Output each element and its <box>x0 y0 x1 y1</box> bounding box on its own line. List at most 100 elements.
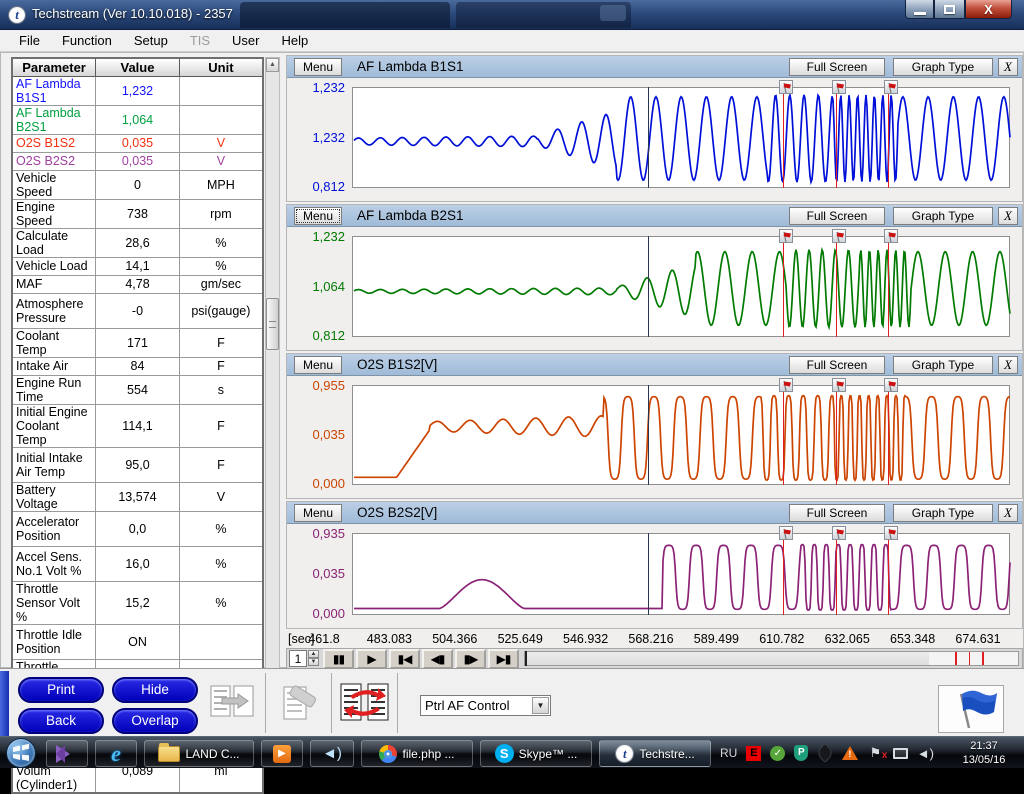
table-row[interactable]: Vehicle Load14,1% <box>12 257 263 275</box>
table-row[interactable]: Initial Engine Coolant Temp114,1F <box>12 404 263 447</box>
frame-step-input[interactable]: 1 <box>289 650 307 667</box>
time-cursor-line[interactable] <box>648 236 649 337</box>
taskbar-skype-button[interactable]: S Skype™ ... <box>480 740 592 767</box>
time-cursor-line[interactable] <box>648 385 649 485</box>
trigger-flag-icon[interactable] <box>884 80 898 94</box>
table-row[interactable]: Initial Intake Air Temp95,0F <box>12 447 263 482</box>
taskbar-techstream-button[interactable]: t Techstre... <box>599 740 711 767</box>
graph-menu-button[interactable]: Menu <box>294 504 342 522</box>
graph-type-button[interactable]: Graph Type <box>893 207 993 225</box>
table-row[interactable]: Throttle Sensor Volt %15,2% <box>12 581 263 624</box>
maximize-button[interactable] <box>934 0 965 19</box>
trigger-flag-icon[interactable] <box>779 378 793 392</box>
start-button[interactable] <box>6 738 36 768</box>
overlap-button[interactable]: Overlap <box>112 708 198 734</box>
time-cursor-line[interactable] <box>648 87 649 188</box>
timeline-slider[interactable] <box>524 651 1019 666</box>
taskbar-chrome-button[interactable]: file.php ... <box>361 740 473 767</box>
spin-down-icon[interactable]: ▼ <box>308 658 319 666</box>
tray-shield-icon[interactable]: P <box>794 745 808 761</box>
language-indicator[interactable]: RU <box>720 746 737 760</box>
graph-type-button[interactable]: Graph Type <box>893 504 993 522</box>
time-cursor-line[interactable] <box>648 533 649 615</box>
print-button[interactable]: Print <box>18 677 104 703</box>
table-row[interactable]: Accel Sens. No.1 Volt %16,0% <box>12 546 263 581</box>
full-screen-button[interactable]: Full Screen <box>789 207 885 225</box>
taskbar-kmplayer-button[interactable] <box>46 740 88 767</box>
table-row[interactable]: Accelerator Position0,0% <box>12 511 263 546</box>
table-row[interactable]: MAF4,78gm/sec <box>12 275 263 293</box>
table-row[interactable]: AF Lambda B2S11,064 <box>12 105 263 134</box>
table-row[interactable]: Coolant Temp171F <box>12 328 263 357</box>
data-list-select[interactable]: Ptrl AF Control ▼ <box>420 695 551 716</box>
taskbar-clock[interactable]: 21:37 13/05/16 <box>952 739 1016 767</box>
tray-e-icon[interactable]: E <box>746 746 761 761</box>
full-screen-button[interactable]: Full Screen <box>789 356 885 374</box>
go-to-end-button[interactable]: ▶▮ <box>488 649 519 669</box>
graph-menu-button[interactable]: Menu <box>294 356 342 374</box>
table-row[interactable]: Calculate Load28,6% <box>12 228 263 257</box>
scrollbar-thumb[interactable] <box>266 298 279 350</box>
graph-close-button[interactable]: X <box>998 504 1018 522</box>
swap-lists-button[interactable] <box>332 673 398 733</box>
graph-menu-button[interactable]: Menu <box>294 58 342 76</box>
graph-close-button[interactable]: X <box>998 58 1018 76</box>
close-button[interactable]: X <box>965 0 1012 19</box>
table-row[interactable]: Intake Air84F <box>12 357 263 375</box>
column-header-parameter[interactable]: Parameter <box>12 58 96 76</box>
trigger-flag-icon[interactable] <box>779 526 793 540</box>
spin-up-icon[interactable]: ▲ <box>308 650 319 658</box>
graph-menu-button[interactable]: Menu <box>294 207 342 225</box>
taskbar-volume-button[interactable]: ◄) <box>310 740 354 767</box>
table-row[interactable]: O2S B2S20,035V <box>12 152 263 170</box>
column-header-unit[interactable]: Unit <box>179 58 263 76</box>
menu-item-help[interactable]: Help <box>271 31 320 50</box>
trigger-flag-icon[interactable] <box>884 229 898 243</box>
menu-item-user[interactable]: User <box>221 31 270 50</box>
trigger-flag-icon[interactable] <box>884 378 898 392</box>
taskbar-internet-explorer-button[interactable]: e <box>95 740 137 767</box>
dropdown-arrow-icon[interactable]: ▼ <box>532 697 549 714</box>
tray-warning-icon[interactable]: ! <box>842 746 858 760</box>
step-forward-button[interactable]: ▮▶ <box>455 649 486 669</box>
menu-item-setup[interactable]: Setup <box>123 31 179 50</box>
trigger-flag-icon[interactable] <box>832 80 846 94</box>
table-row[interactable]: Battery Voltage13,574V <box>12 482 263 511</box>
flag-button[interactable] <box>938 685 1004 733</box>
tray-satellite-icon[interactable] <box>815 743 835 763</box>
trigger-flag-icon[interactable] <box>832 378 846 392</box>
table-row[interactable]: Atmosphere Pressure-0psi(gauge) <box>12 293 263 328</box>
tray-speaker-icon[interactable]: ◄) <box>917 745 933 761</box>
tray-antivirus-check-icon[interactable]: ✓ <box>770 746 785 761</box>
trigger-flag-icon[interactable] <box>779 229 793 243</box>
trigger-flag-icon[interactable] <box>832 229 846 243</box>
copy-list-button[interactable] <box>200 673 266 733</box>
column-header-value[interactable]: Value <box>96 58 180 76</box>
erase-list-button[interactable] <box>266 673 332 733</box>
back-button[interactable]: Back <box>18 708 104 734</box>
table-row[interactable]: O2S B1S20,035V <box>12 134 263 152</box>
full-screen-button[interactable]: Full Screen <box>789 504 885 522</box>
menu-item-file[interactable]: File <box>8 31 51 50</box>
play-button[interactable]: ▶ <box>356 649 387 669</box>
hide-button[interactable]: Hide <box>112 677 198 703</box>
graph-type-button[interactable]: Graph Type <box>893 356 993 374</box>
table-row[interactable]: Engine Speed738rpm <box>12 199 263 228</box>
menu-item-function[interactable]: Function <box>51 31 123 50</box>
trigger-flag-icon[interactable] <box>779 80 793 94</box>
trigger-flag-icon[interactable] <box>832 526 846 540</box>
step-back-button[interactable]: ◀▮ <box>422 649 453 669</box>
table-row[interactable]: Engine Run Time554s <box>12 375 263 404</box>
graph-type-button[interactable]: Graph Type <box>893 58 993 76</box>
table-row[interactable]: Throttle Idle PositionON <box>12 624 263 659</box>
table-vertical-scrollbar[interactable]: ▲ ▼ <box>265 57 280 708</box>
tray-network-icon[interactable] <box>893 748 908 759</box>
go-to-start-button[interactable]: ▮◀ <box>389 649 420 669</box>
tray-action-center-flag-icon[interactable]: ⚑x <box>867 745 883 761</box>
table-row[interactable]: Vehicle Speed0MPH <box>12 170 263 199</box>
trigger-flag-icon[interactable] <box>884 526 898 540</box>
taskbar-folder-button[interactable]: LAND C... <box>144 740 254 767</box>
full-screen-button[interactable]: Full Screen <box>789 58 885 76</box>
table-row[interactable]: AF Lambda B1S11,232 <box>12 76 263 105</box>
timeline-position-handle[interactable] <box>525 651 527 666</box>
